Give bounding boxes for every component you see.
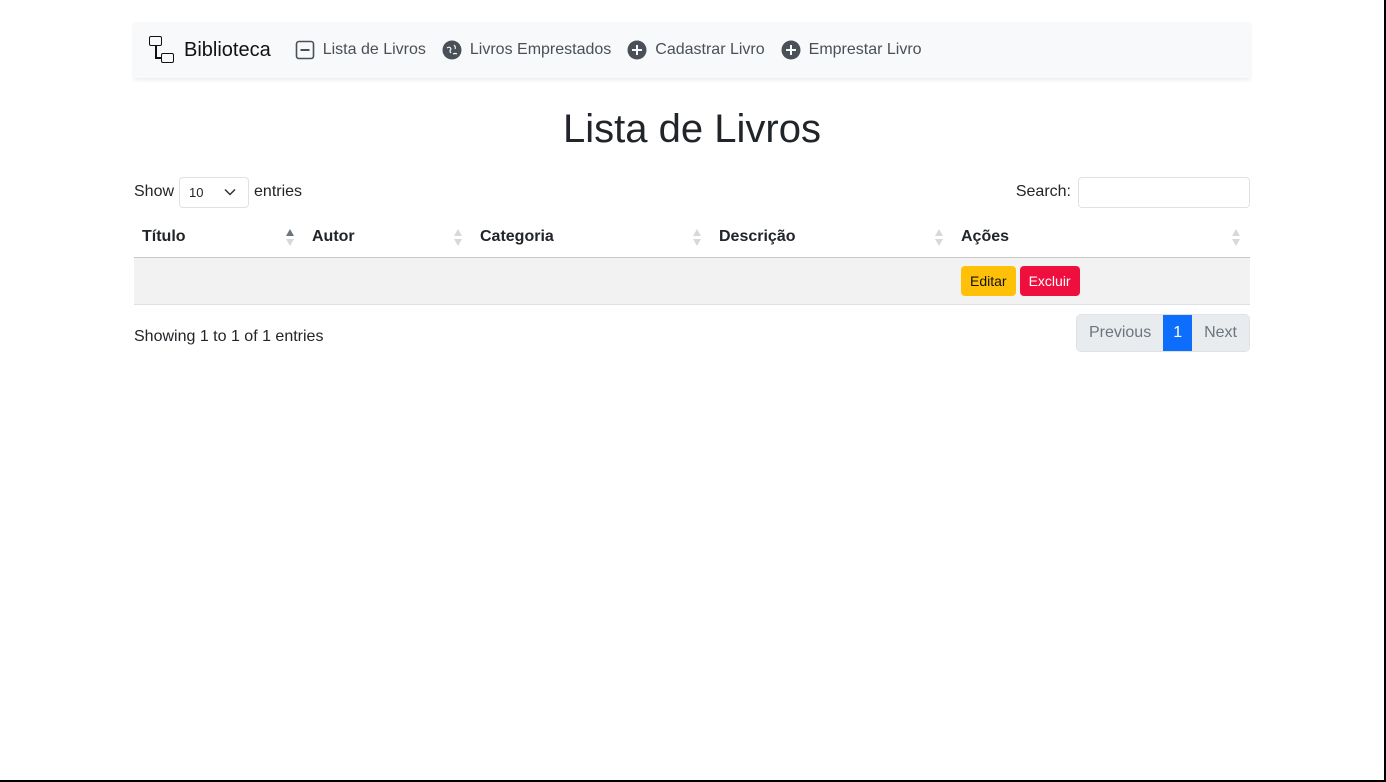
sort-icon: [693, 229, 701, 247]
cell-autor: [304, 257, 472, 305]
page-title: Lista de Livros: [563, 107, 821, 151]
column-header-autor[interactable]: Autor: [304, 218, 472, 258]
plus-circle-icon: [781, 40, 801, 60]
column-header-label: Categoria: [480, 228, 554, 246]
cell-descricao: [711, 257, 953, 305]
table-row: Editar Excluir: [134, 257, 1250, 305]
table-controls: Show 10 entries Search:: [134, 176, 1250, 208]
table-info: Showing 1 to 1 of 1 entries: [134, 327, 324, 345]
navbar: Biblioteca Lista de Livros Livros Empres…: [134, 22, 1250, 78]
nav-item-emprestar-livro[interactable]: Emprestar Livro: [781, 40, 922, 60]
sort-icon: [935, 229, 943, 247]
entries-select[interactable]: 10: [179, 176, 250, 208]
sort-asc-icon: [286, 229, 294, 247]
column-header-label: Autor: [312, 228, 355, 246]
entries-select-value: 10: [189, 184, 204, 200]
nav-item-label: Emprestar Livro: [808, 41, 922, 58]
entries-length-control: Show 10 entries: [134, 176, 303, 208]
nav-item-label: Cadastrar Livro: [655, 41, 765, 58]
previous-page-button[interactable]: Previous: [1076, 314, 1164, 351]
chevron-down-icon: [224, 188, 236, 196]
search-label: Search:: [1015, 183, 1071, 200]
next-page-button[interactable]: Next: [1192, 314, 1249, 351]
column-header-categoria[interactable]: Categoria: [472, 218, 711, 258]
page-1-button[interactable]: 1: [1163, 314, 1193, 351]
column-header-label: Ações: [961, 228, 1010, 246]
search-input[interactable]: [1078, 176, 1250, 208]
diagram-icon: [148, 35, 176, 65]
delete-button[interactable]: Excluir: [1019, 265, 1080, 296]
entries-label: entries: [254, 183, 303, 200]
navbar-brand[interactable]: Biblioteca: [148, 35, 271, 65]
table-footer: Showing 1 to 1 of 1 entries Previous 1 N…: [134, 313, 1250, 352]
sort-icon: [1232, 229, 1240, 247]
nav-item-lista-de-livros[interactable]: Lista de Livros: [295, 40, 426, 60]
edit-button[interactable]: Editar: [961, 265, 1016, 296]
sort-icon: [454, 229, 462, 247]
column-header-acoes[interactable]: Ações: [953, 218, 1250, 258]
page-container: Biblioteca Lista de Livros Livros Empres…: [134, 0, 1250, 352]
nav-item-label: Livros Emprestados: [469, 41, 612, 58]
cell-categoria: [472, 257, 711, 305]
dash-square-icon: [295, 40, 315, 60]
show-label: Show: [134, 183, 175, 200]
search-filter: Search:: [1015, 176, 1250, 208]
column-header-label: Título: [142, 228, 186, 246]
cell-titulo: [134, 257, 304, 305]
pagination: Previous 1 Next: [1075, 313, 1250, 352]
brand-title: Biblioteca: [184, 38, 271, 61]
globe-icon: [442, 40, 462, 60]
nav-item-label: Lista de Livros: [322, 41, 426, 58]
plus-circle-icon: [627, 40, 647, 60]
table-header-row: Título Autor Categoria Descrição Ações: [134, 218, 1250, 258]
column-header-titulo[interactable]: Título: [134, 218, 304, 258]
cell-acoes: Editar Excluir: [953, 257, 1250, 305]
nav-item-livros-emprestados[interactable]: Livros Emprestados: [442, 40, 611, 60]
column-header-label: Descrição: [719, 228, 796, 246]
nav-item-cadastrar-livro[interactable]: Cadastrar Livro: [627, 40, 765, 60]
books-table: Título Autor Categoria Descrição Ações E…: [134, 218, 1250, 305]
column-header-descricao[interactable]: Descrição: [711, 218, 953, 258]
